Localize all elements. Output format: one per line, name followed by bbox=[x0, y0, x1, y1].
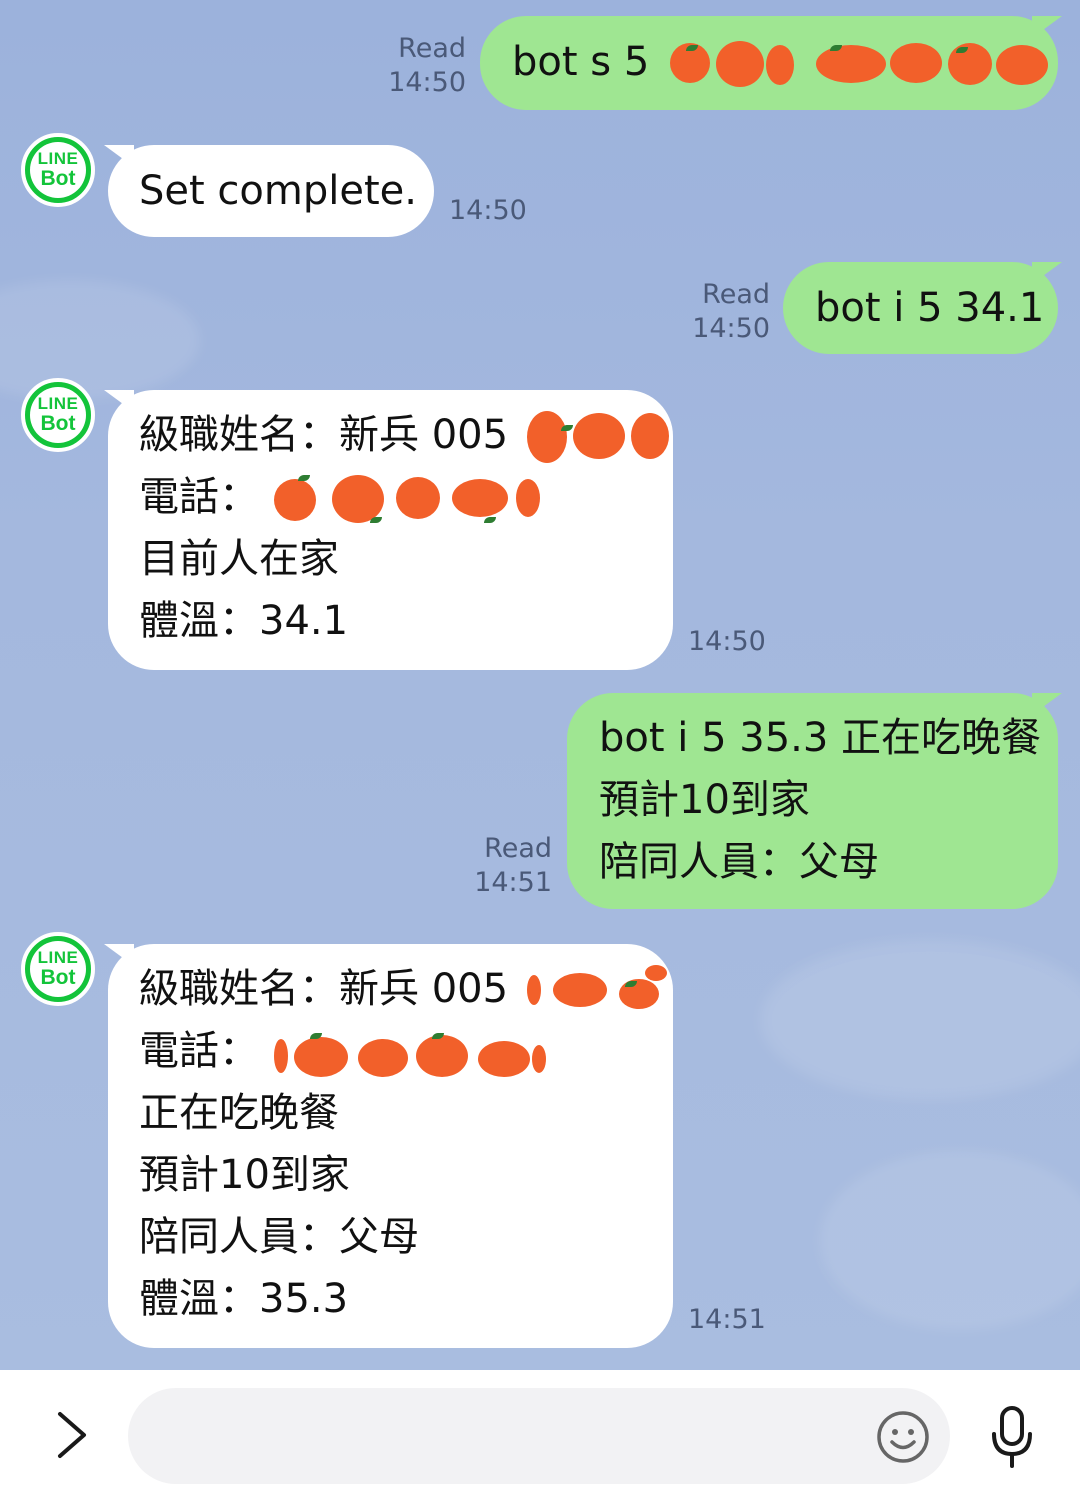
outgoing-message-bubble[interactable]: bot i 5 34.1 bbox=[783, 262, 1062, 354]
message-line: 預計10到家 bbox=[139, 1152, 350, 1198]
message-line: Set complete. bbox=[139, 168, 417, 214]
message-meta: Read 14:51 bbox=[466, 832, 552, 900]
line-bot-logo: LINE Bot bbox=[30, 387, 86, 443]
smiley-icon[interactable] bbox=[876, 1410, 930, 1464]
message-meta: Read 14:50 bbox=[380, 32, 466, 100]
message-time: 14:51 bbox=[474, 867, 552, 898]
message-time: 14:50 bbox=[688, 626, 766, 657]
message-line: bot s 5 bbox=[512, 31, 1058, 93]
message-meta: Read 14:50 bbox=[684, 278, 770, 346]
chevron-right-icon[interactable] bbox=[50, 1410, 90, 1460]
outgoing-message-bubble[interactable]: bot i 5 35.3 正在吃晚餐 預計10到家 陪同人員：父母 bbox=[567, 693, 1062, 909]
message-line: 陪同人員：父母 bbox=[599, 839, 879, 885]
message-line: bot i 5 35.3 正在吃晚餐 bbox=[599, 715, 1042, 761]
message-line: 陪同人員：父母 bbox=[139, 1214, 419, 1260]
bot-avatar[interactable]: LINE Bot bbox=[21, 378, 95, 452]
redacted-content bbox=[666, 39, 1056, 89]
background-cloud bbox=[760, 940, 1080, 1100]
message-line: 電話： bbox=[139, 1020, 673, 1082]
incoming-message-bubble[interactable]: Set complete. bbox=[104, 145, 434, 237]
bot-avatar[interactable]: LINE Bot bbox=[21, 133, 95, 207]
message-line: 預計10到家 bbox=[599, 777, 810, 823]
message-line: 電話： bbox=[139, 466, 673, 528]
outgoing-message-bubble[interactable]: bot s 5 bbox=[480, 16, 1062, 110]
incoming-message-bubble[interactable]: 級職姓名：新兵 005 電話： 目前人在家 體溫：34.1 bbox=[104, 390, 673, 670]
message-line: 級職姓名：新兵 005 bbox=[139, 958, 673, 1020]
redacted-content bbox=[273, 1027, 546, 1079]
message-line: 體溫：35.3 bbox=[139, 1276, 349, 1322]
message-time: 14:51 bbox=[688, 1304, 766, 1335]
redacted-content bbox=[525, 965, 669, 1017]
message-line: 體溫：34.1 bbox=[139, 598, 349, 644]
redacted-content bbox=[273, 473, 542, 525]
read-status: Read bbox=[398, 33, 466, 64]
read-status: Read bbox=[702, 279, 770, 310]
message-input[interactable] bbox=[128, 1388, 950, 1484]
chat-area[interactable]: Read 14:50 bot s 5 LINE Bot Set complete… bbox=[0, 0, 1080, 1370]
line-bot-logo: LINE Bot bbox=[30, 142, 86, 198]
message-line: 級職姓名：新兵 005 bbox=[139, 404, 673, 466]
message-line: 正在吃晚餐 bbox=[139, 1090, 339, 1136]
bot-avatar[interactable]: LINE Bot bbox=[21, 932, 95, 1006]
background-cloud bbox=[820, 1150, 1080, 1330]
message-line: 目前人在家 bbox=[139, 536, 339, 582]
message-time: 14:50 bbox=[449, 195, 527, 226]
incoming-message-bubble[interactable]: 級職姓名：新兵 005 電話： 正在吃晚餐 預計10到家 陪同人員：父母 體溫：… bbox=[104, 944, 673, 1348]
background-cloud bbox=[0, 280, 200, 400]
read-status: Read bbox=[484, 833, 552, 864]
line-bot-logo: LINE Bot bbox=[30, 941, 86, 997]
redacted-content bbox=[526, 411, 677, 463]
message-time: 14:50 bbox=[692, 313, 770, 344]
microphone-icon[interactable] bbox=[988, 1404, 1036, 1470]
message-time: 14:50 bbox=[388, 67, 466, 98]
message-input-bar bbox=[0, 1370, 1080, 1504]
message-line: bot i 5 34.1 bbox=[815, 285, 1045, 331]
